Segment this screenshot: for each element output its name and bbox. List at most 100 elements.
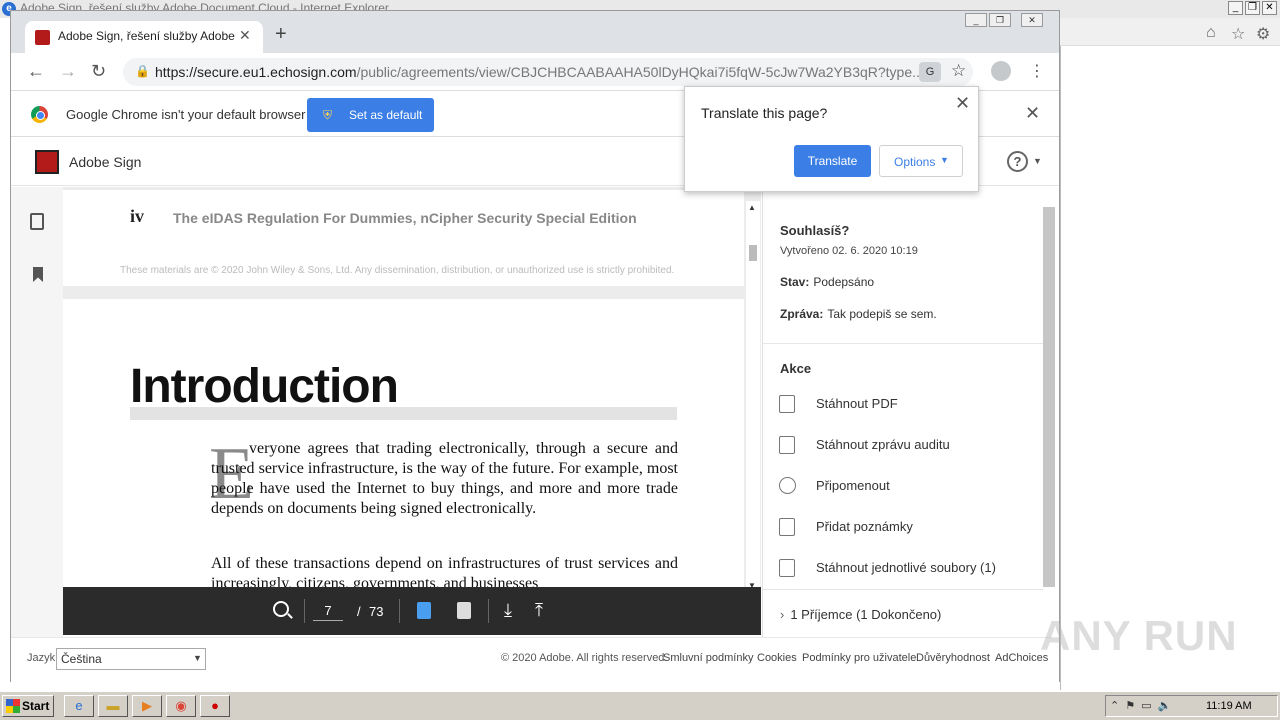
- chevron-down-icon: ▼: [193, 653, 202, 663]
- star-icon[interactable]: ☆: [1231, 24, 1245, 44]
- bookmark-star-icon[interactable]: ☆: [951, 61, 966, 81]
- infobar-message: Google Chrome isn't your default browser: [66, 107, 306, 122]
- home-icon[interactable]: ⌂: [1206, 24, 1216, 42]
- upload-icon[interactable]: ⤒: [535, 600, 543, 621]
- adobe-sign-favicon-icon: [35, 30, 50, 45]
- alarm-clock-icon: [779, 477, 796, 494]
- left-rail: [11, 187, 63, 637]
- translate-icon[interactable]: G: [919, 62, 941, 82]
- taskbar-folder-icon[interactable]: ▬: [98, 695, 128, 717]
- reload-icon[interactable]: ↻: [91, 61, 106, 82]
- ie-restore-button[interactable]: ❐: [1245, 1, 1260, 15]
- taskbar-media-icon[interactable]: ▶: [132, 695, 162, 717]
- system-tray: ⌃⚑▭🔈 11:19 AM: [1105, 695, 1278, 717]
- set-default-label: Set as default: [349, 108, 423, 122]
- chrome-restore-button[interactable]: ❐: [989, 13, 1011, 27]
- url-host: https://secure.eu1.echosign.com: [155, 64, 357, 80]
- translate-button[interactable]: Translate: [794, 145, 871, 177]
- message-field: Zpráva: Tak podepiš se sem.: [780, 307, 937, 321]
- fit-width-icon[interactable]: [417, 602, 431, 619]
- url-text[interactable]: https://secure.eu1.echosign.com/public/a…: [155, 64, 924, 80]
- tab-close-icon[interactable]: ✕: [239, 27, 251, 44]
- toolbar-divider: [304, 599, 305, 623]
- help-icon[interactable]: ?: [1007, 151, 1028, 172]
- ie-minimize-button[interactable]: _: [1228, 1, 1243, 15]
- toolbar-divider: [488, 599, 489, 623]
- document-scrollbar[interactable]: ▲ ▼: [746, 201, 760, 597]
- panel-scrollbar[interactable]: [1043, 207, 1055, 587]
- message-label: Zpráva:: [780, 307, 824, 321]
- translate-close-icon[interactable]: ✕: [955, 93, 970, 114]
- action-label: Stáhnout PDF: [816, 396, 898, 411]
- action-remind[interactable]: Připomenout: [777, 473, 1037, 501]
- taskbar-chrome-icon[interactable]: ◉: [166, 695, 196, 717]
- forward-arrow-icon[interactable]: →: [59, 61, 77, 82]
- tray-icons[interactable]: ⌃⚑▭🔈: [1110, 699, 1177, 712]
- action-label: Stáhnout jednotlivé soubory (1): [816, 560, 996, 575]
- start-button[interactable]: Start: [2, 695, 54, 717]
- action-download-pdf[interactable]: Stáhnout PDF: [777, 391, 1037, 419]
- download-pdf-icon: [779, 395, 795, 413]
- pages-icon[interactable]: [30, 213, 44, 230]
- start-label: Start: [22, 699, 50, 713]
- translate-options-button[interactable]: Options ▼: [879, 145, 963, 177]
- action-label: Připomenout: [816, 478, 890, 493]
- tab-adobe-sign[interactable]: Adobe Sign, řešení služby Adobe Do ✕: [25, 21, 263, 53]
- footer-link-terms[interactable]: Smluvní podmínky: [663, 652, 753, 664]
- download-audit-icon: [779, 436, 795, 454]
- scroll-thumb[interactable]: [749, 245, 757, 261]
- ie-close-button[interactable]: ✕: [1262, 1, 1277, 15]
- action-download-audit[interactable]: Stáhnout zprávu auditu: [777, 432, 1037, 460]
- document-viewer[interactable]: iv The eIDAS Regulation For Dummies, nCi…: [63, 187, 761, 587]
- search-icon[interactable]: [273, 601, 289, 617]
- chrome-close-button[interactable]: ✕: [1021, 13, 1043, 27]
- document-page-current: Introduction E veryone agrees that tradi…: [63, 299, 744, 587]
- taskbar: Start e ▬ ▶ ◉ ● ⌃⚑▭🔈 11:19 AM: [0, 690, 1280, 720]
- page-number-input[interactable]: 7: [313, 603, 343, 621]
- url-path: /public/agreements/view/CBJCHBCAABAAHA50…: [356, 64, 924, 80]
- ie-content-area: [1060, 18, 1280, 690]
- clock[interactable]: 11:19 AM: [1206, 700, 1252, 712]
- page-total: 73: [369, 604, 384, 619]
- translate-popup: Translate this page? ✕ Translate Options…: [684, 86, 979, 192]
- windows-flag-icon: [6, 699, 20, 713]
- page-number-roman: iv: [130, 206, 145, 226]
- gear-icon[interactable]: ⚙: [1256, 24, 1270, 44]
- agreement-panel: Souhlasíš? Vytvořeno 02. 6. 2020 10:19 S…: [762, 187, 1059, 637]
- translate-title: Translate this page?: [701, 105, 828, 121]
- chevron-down-icon[interactable]: ▼: [1033, 156, 1042, 166]
- action-download-files[interactable]: Stáhnout jednotlivé soubory (1): [777, 555, 1037, 583]
- footer-link-user-terms[interactable]: Podmínky pro uživatele: [802, 652, 916, 664]
- taskbar-ie-icon[interactable]: e: [64, 695, 94, 717]
- set-default-button[interactable]: ⛨ Set as default: [307, 98, 434, 132]
- adobe-sign-brand[interactable]: Adobe Sign: [69, 154, 141, 170]
- tab-title: Adobe Sign, řešení služby Adobe Do: [58, 29, 236, 43]
- document-page-previous: iv The eIDAS Regulation For Dummies, nCi…: [63, 190, 744, 286]
- recipients-toggle[interactable]: › 1 Příjemce (1 Dokončeno): [780, 607, 941, 622]
- ie-toolbar: [1060, 18, 1280, 46]
- scroll-up-icon[interactable]: ▲: [748, 203, 756, 212]
- bookmark-icon[interactable]: [33, 267, 43, 282]
- taskbar-stop-icon[interactable]: ●: [200, 695, 230, 717]
- new-tab-button[interactable]: +: [275, 23, 287, 46]
- footer-link-cookies[interactable]: Cookies: [757, 652, 797, 664]
- shield-icon: ⛨: [323, 108, 333, 122]
- address-bar[interactable]: 🔒 https://secure.eu1.echosign.com/public…: [123, 58, 973, 86]
- anyrun-watermark: ANY RUN: [1040, 612, 1238, 659]
- back-arrow-icon[interactable]: ←: [27, 61, 45, 82]
- download-files-icon: [779, 559, 795, 577]
- infobar-close-icon[interactable]: ✕: [1025, 103, 1040, 124]
- download-icon[interactable]: ⤓: [504, 600, 512, 621]
- lock-icon[interactable]: 🔒: [135, 64, 150, 78]
- footer-link-trust[interactable]: Důvěryhodnost: [916, 652, 990, 664]
- language-select[interactable]: Čeština ▼: [56, 648, 206, 670]
- fit-page-icon[interactable]: [457, 602, 471, 619]
- page-separator: /: [357, 604, 361, 619]
- heading-rule: [130, 407, 677, 420]
- body-paragraph: All of these transactions depend on infr…: [211, 555, 678, 587]
- kebab-menu-icon[interactable]: ⋮: [1029, 61, 1045, 81]
- adobe-sign-logo-icon[interactable]: [35, 150, 59, 174]
- chrome-minimize-button[interactable]: _: [965, 13, 987, 27]
- profile-avatar-icon[interactable]: [991, 61, 1011, 81]
- action-add-notes[interactable]: Přidat poznámky: [777, 514, 1037, 542]
